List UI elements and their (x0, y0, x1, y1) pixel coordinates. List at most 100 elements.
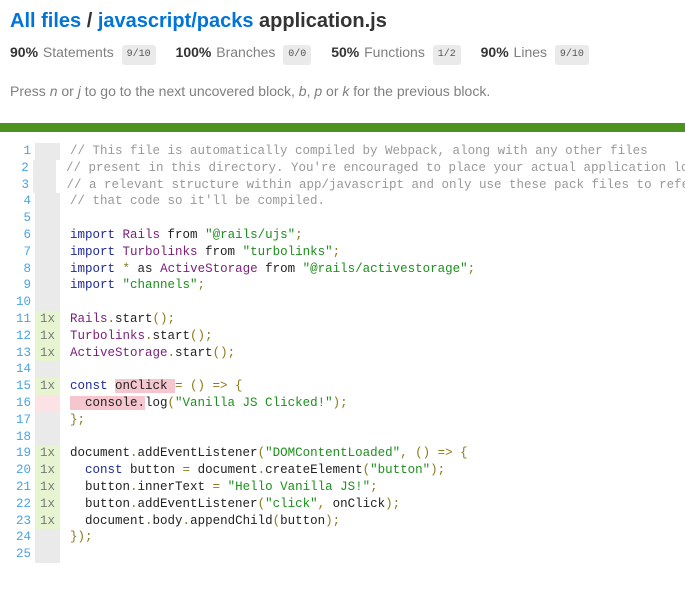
code-token: Rails (70, 311, 108, 326)
code-token: button (122, 463, 183, 478)
line-number-link[interactable]: 12 (0, 328, 35, 345)
code-token: ( (257, 496, 266, 511)
metric-functions: 50% Functions 1/2 (331, 41, 461, 65)
line-number-link[interactable]: 21 (0, 479, 35, 496)
code-token: ( (272, 513, 281, 528)
metric-label: Lines (513, 44, 548, 60)
code-token: . (167, 345, 176, 360)
line-number-link[interactable]: 2 (0, 160, 33, 177)
line-number-link[interactable]: 15 (0, 378, 35, 395)
code-token: // a relevant structure within app/javas… (66, 177, 685, 192)
metric-fraction-badge: 0/0 (283, 45, 312, 65)
line-number-link[interactable]: 8 (0, 261, 35, 278)
line-number-link[interactable]: 3 (0, 177, 33, 194)
code-token: onClick (325, 496, 386, 511)
hit-count (35, 243, 60, 261)
coverage-status-bar (0, 123, 685, 132)
line-number-link[interactable]: 9 (0, 277, 35, 294)
hint-text: Press (10, 83, 50, 99)
line-number-link[interactable]: 4 (0, 193, 35, 210)
code-token: as (130, 261, 161, 276)
line-number-link[interactable]: 16 (0, 395, 35, 412)
code-token: ); (385, 496, 401, 511)
code-token: ); (325, 513, 341, 528)
hit-count (35, 361, 60, 379)
line-number-link[interactable]: 5 (0, 210, 35, 227)
line-number-link[interactable]: 7 (0, 244, 35, 261)
hit-count: 1x (35, 512, 60, 530)
breadcrumb-separator: / (86, 10, 93, 32)
line-number-link[interactable]: 23 (0, 513, 35, 530)
line-number-link[interactable]: 22 (0, 496, 35, 513)
code-token: ; (467, 261, 476, 276)
hit-count (35, 411, 60, 429)
code-token: . (130, 496, 138, 511)
code-token: log (145, 395, 168, 410)
hit-count: 1x (35, 495, 60, 513)
line-source: button.innerText = "Hello Vanilla JS!"; (60, 479, 378, 496)
code-token: button (70, 479, 131, 494)
line-number-link[interactable]: 6 (0, 227, 35, 244)
line-number-link[interactable]: 24 (0, 529, 35, 546)
hit-count: 1x (35, 478, 60, 496)
code-line: 2 // present in this directory. You're en… (0, 159, 685, 177)
hit-count (35, 210, 60, 227)
code-token: (); (212, 345, 236, 360)
code-line: 19 1x document.addEventListener("DOMConten… (0, 445, 685, 463)
code-token: , (317, 496, 326, 511)
code-token: ( (167, 395, 176, 410)
line-source (60, 361, 70, 378)
metric-fraction-badge: 1/2 (432, 45, 461, 65)
hint-text: or (322, 83, 343, 99)
code-token: ( (257, 446, 266, 461)
line-source (60, 546, 70, 563)
line-source: document.addEventListener("DOMContentLoa… (60, 445, 468, 462)
metric-percent: 90% (480, 44, 509, 60)
code-line: 23 1x document.body.appendChild(button); (0, 512, 685, 530)
hit-count (35, 529, 60, 547)
code-token: , () => { (400, 446, 468, 461)
breadcrumb-file-name: application.js (259, 10, 387, 32)
hit-count (35, 294, 60, 311)
coverage-summary: 90% Statements 9/10 100% Branches 0/0 50… (10, 41, 675, 65)
hit-count (35, 428, 60, 446)
line-number-link[interactable]: 11 (0, 311, 35, 328)
line-number-link[interactable]: 14 (0, 361, 35, 378)
code-token: = () => { (175, 379, 243, 394)
breadcrumb-directory-link[interactable]: javascript/packs (98, 10, 254, 32)
line-number-link[interactable]: 25 (0, 546, 35, 563)
line-number-link[interactable]: 17 (0, 412, 35, 429)
code-token: ; (332, 244, 341, 259)
line-number-link[interactable]: 20 (0, 462, 35, 479)
line-number-link[interactable]: 1 (0, 143, 35, 160)
line-source (60, 210, 70, 227)
source-code-listing: 1 // This file is automatically compiled … (0, 143, 685, 563)
hit-count: 1x (35, 462, 60, 479)
hint-key: p (314, 83, 323, 99)
code-line: 17}; (0, 411, 685, 429)
line-number-link[interactable]: 10 (0, 294, 35, 311)
code-token: addEventListener (137, 446, 258, 461)
line-source: Rails.start(); (60, 311, 175, 328)
code-token: from (197, 244, 243, 259)
code-token: "@rails/activestorage" (302, 261, 468, 276)
line-source: // a relevant structure within app/javas… (56, 177, 685, 194)
uncovered-code-highlight: onClick (115, 379, 176, 394)
line-number-link[interactable]: 13 (0, 345, 35, 362)
line-source: }); (60, 529, 93, 546)
metric-fraction-badge: 9/10 (121, 45, 156, 65)
code-line: 9 import "channels"; (0, 277, 685, 295)
breadcrumb-all-files-link[interactable]: All files (10, 10, 81, 32)
line-number-link[interactable]: 19 (0, 445, 35, 462)
line-source: // This file is automatically compiled b… (60, 143, 648, 160)
code-token: from (160, 227, 206, 242)
code-token: ActiveStorage (70, 345, 168, 360)
metric-branches: 100% Branches 0/0 (176, 41, 312, 65)
code-line: 14 (0, 361, 685, 379)
hit-count: 1x (35, 344, 60, 362)
hit-count: 1x (35, 327, 60, 345)
hit-count (35, 143, 60, 160)
line-number-link[interactable]: 18 (0, 429, 35, 446)
hit-count (33, 176, 57, 194)
